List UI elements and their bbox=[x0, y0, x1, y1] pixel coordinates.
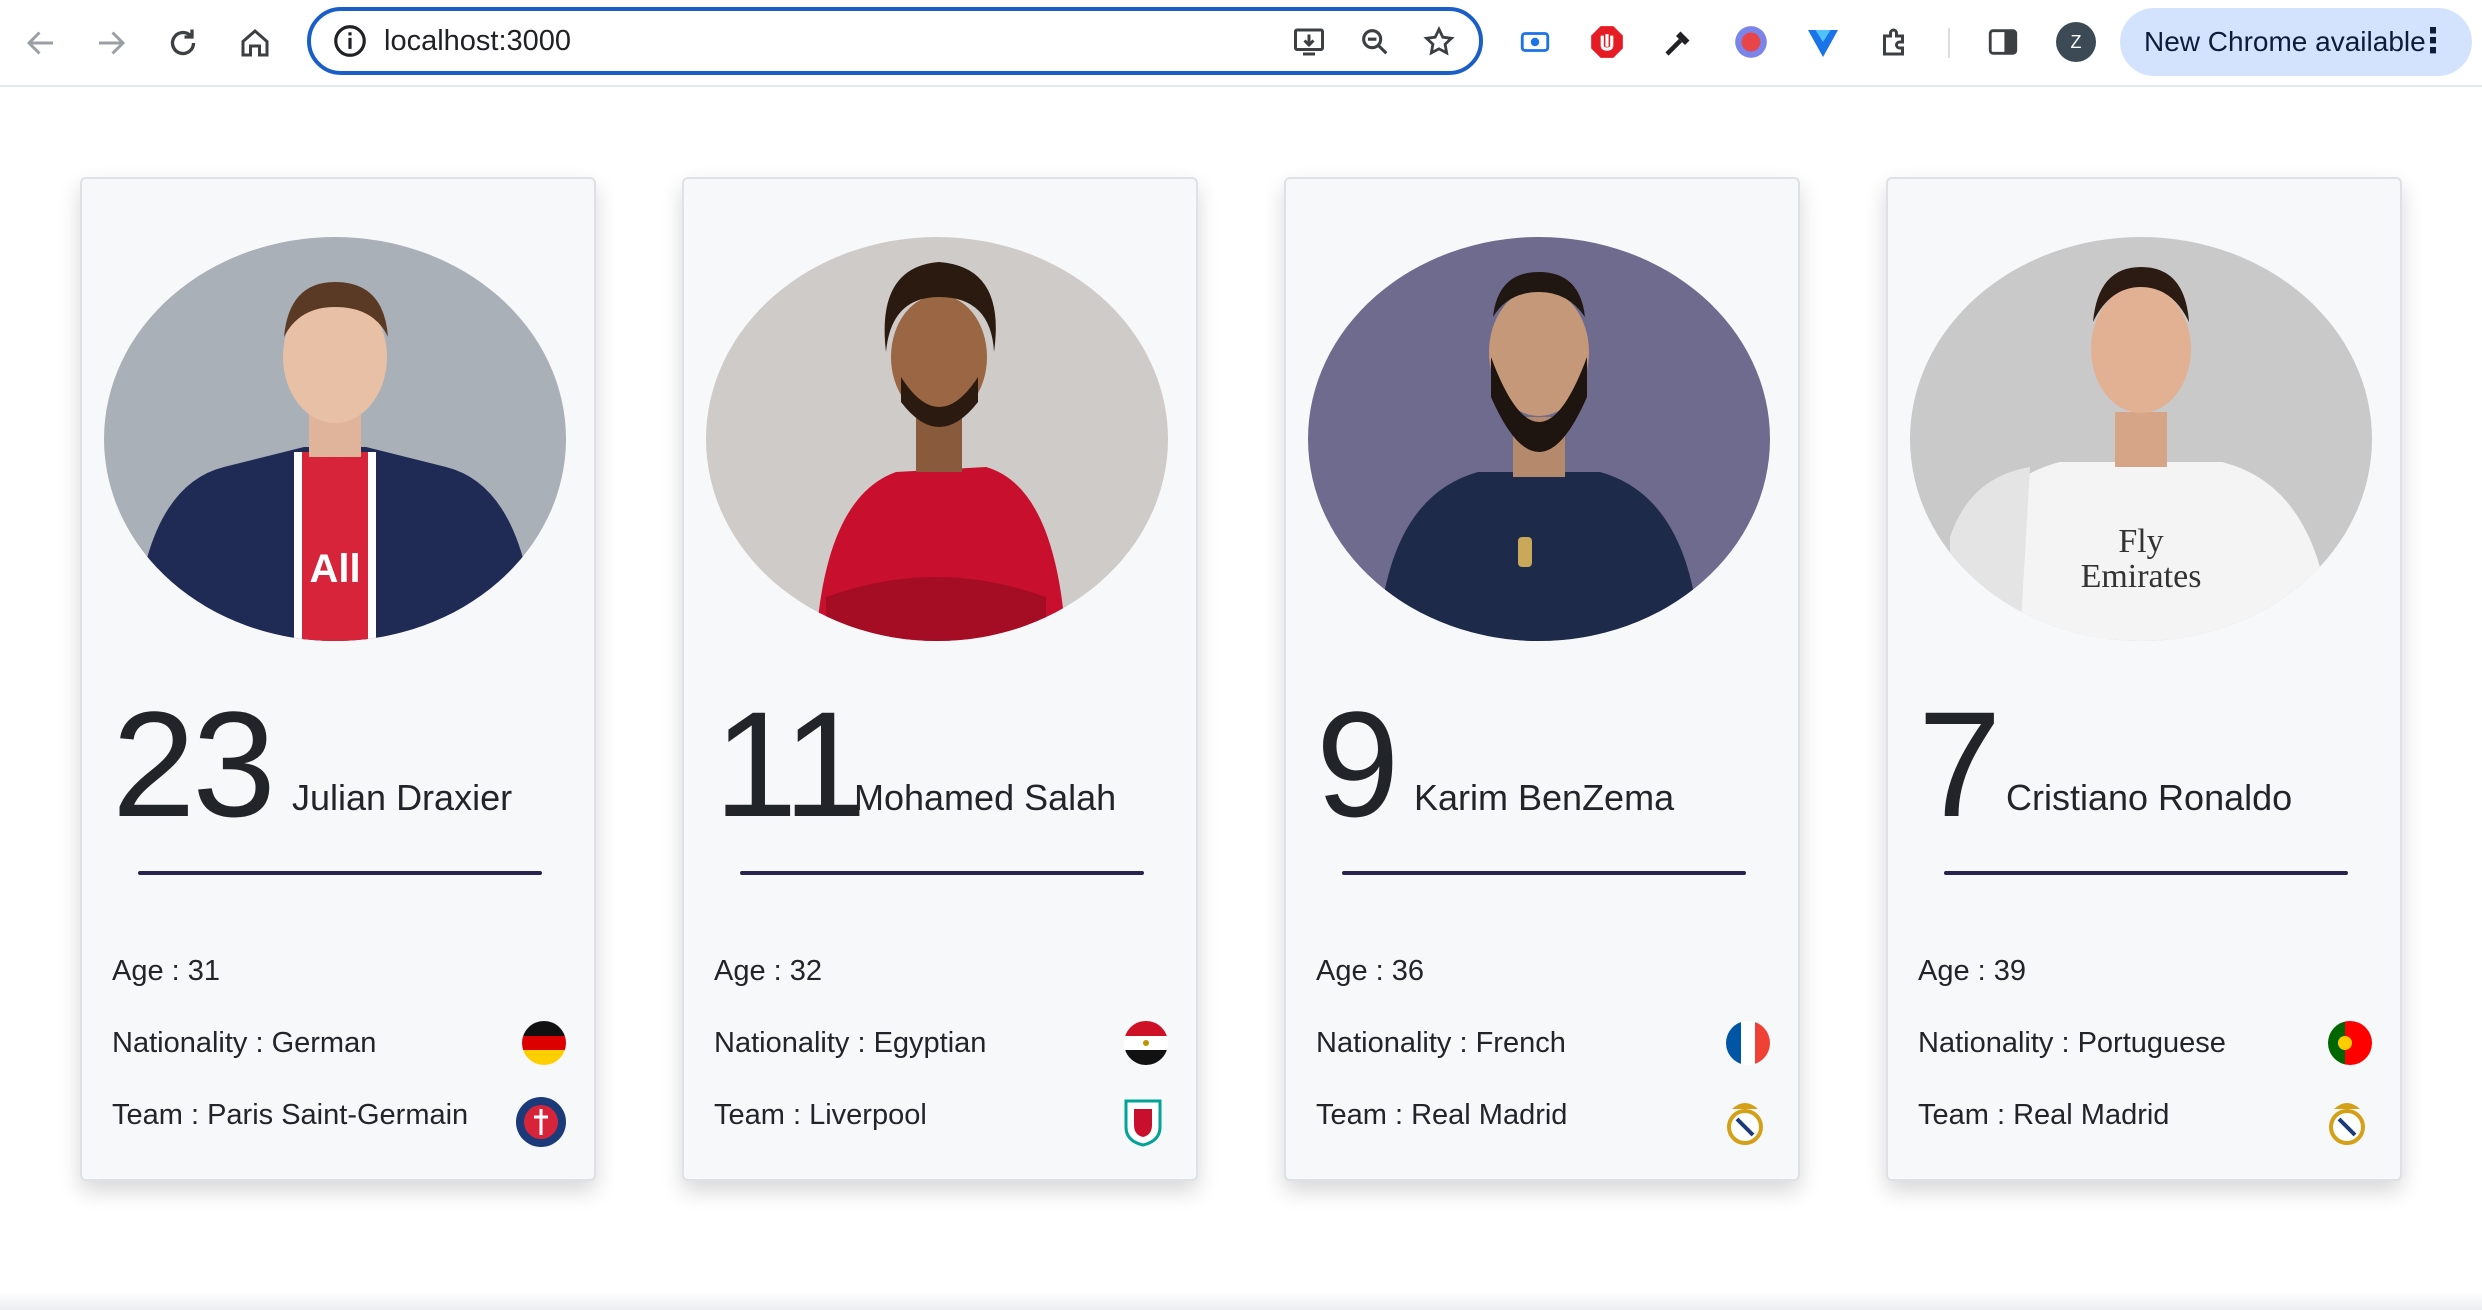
divider bbox=[1944, 871, 2348, 875]
real-madrid-crest-icon bbox=[1718, 1095, 1772, 1149]
back-button[interactable] bbox=[16, 18, 66, 68]
player-photo bbox=[706, 237, 1168, 641]
toolbar-divider bbox=[1948, 28, 1950, 58]
player-photo: All bbox=[104, 237, 566, 641]
player-team: Team : Real Madrid bbox=[1918, 1099, 2170, 1131]
reload-button[interactable] bbox=[158, 18, 208, 68]
screencast-extension-icon[interactable] bbox=[1514, 21, 1556, 63]
install-app-icon[interactable] bbox=[1289, 22, 1329, 62]
player-age: Age : 36 bbox=[1316, 955, 1425, 987]
real-madrid-crest-icon bbox=[2320, 1095, 2374, 1149]
forward-button[interactable] bbox=[86, 18, 136, 68]
divider bbox=[1342, 871, 1746, 875]
address-bar[interactable]: localhost:3000 bbox=[307, 7, 1483, 75]
site-info-icon[interactable] bbox=[331, 22, 369, 60]
player-age: Age : 32 bbox=[714, 955, 823, 987]
divider bbox=[740, 871, 1144, 875]
extensions-puzzle-icon[interactable] bbox=[1874, 21, 1916, 63]
record-extension-icon[interactable] bbox=[1730, 21, 1772, 63]
player-nationality: Nationality : Portuguese bbox=[1918, 1027, 2226, 1059]
reload-icon bbox=[170, 29, 196, 56]
adblock-extension-icon[interactable] bbox=[1586, 21, 1628, 63]
bookmark-star-icon[interactable] bbox=[1419, 22, 1459, 62]
jersey-number: 7 bbox=[1918, 680, 2001, 848]
jersey-number: 23 bbox=[112, 680, 276, 848]
player-card: 9 Karim BenZema Age : 36 Nationality : F… bbox=[1284, 177, 1800, 1181]
player-card: All 23 Julian Draxier Age : 31 Nationali… bbox=[80, 177, 596, 1181]
psg-crest-icon bbox=[514, 1095, 568, 1149]
player-name: Julian Draxier bbox=[292, 777, 513, 818]
zoom-icon[interactable] bbox=[1355, 22, 1395, 62]
player-card: 11 Mohamed Salah Age : 32 Nationality : … bbox=[682, 177, 1198, 1181]
player-name: Karim BenZema bbox=[1414, 777, 1675, 818]
player-team: Team : Liverpool bbox=[714, 1099, 927, 1131]
side-panel-icon[interactable] bbox=[1982, 21, 2024, 63]
update-label: New Chrome available bbox=[2144, 26, 2426, 57]
player-team: Team : Paris Saint-Germain bbox=[112, 1099, 469, 1131]
divider bbox=[138, 871, 542, 875]
player-age: Age : 31 bbox=[112, 955, 221, 987]
player-nationality: Nationality : German bbox=[112, 1027, 377, 1059]
arrow-left-icon bbox=[26, 31, 53, 55]
browser-toolbar: localhost:3000 Z New Chrome available ⋮ bbox=[0, 0, 2482, 87]
new-chrome-available-button[interactable]: New Chrome available ⋮ bbox=[2120, 8, 2472, 76]
jersey-number: 9 bbox=[1316, 680, 1399, 848]
player-card: Fly Emirates 7 Cristiano Ronaldo Age : 3… bbox=[1886, 177, 2402, 1181]
page-bottom-edge bbox=[0, 1292, 2482, 1310]
liverpool-crest-icon bbox=[1116, 1095, 1170, 1149]
svg-text:Emirates: Emirates bbox=[2081, 558, 2202, 595]
egypt-flag-icon bbox=[1124, 1021, 1168, 1065]
more-menu-icon[interactable]: ⋮ bbox=[2416, 24, 2450, 58]
svg-text:All: All bbox=[309, 547, 360, 591]
vue-devtools-extension-icon[interactable] bbox=[1802, 21, 1844, 63]
svg-text:Fly: Fly bbox=[2118, 523, 2163, 560]
profile-avatar[interactable]: Z bbox=[2056, 22, 2096, 62]
france-flag-icon bbox=[1726, 1021, 1770, 1065]
germany-flag-icon bbox=[522, 1021, 566, 1065]
color-picker-extension-icon[interactable] bbox=[1658, 21, 1700, 63]
player-nationality: Nationality : Egyptian bbox=[714, 1027, 987, 1059]
jersey-number: 11 bbox=[714, 680, 867, 848]
player-name: Cristiano Ronaldo bbox=[2006, 777, 2293, 818]
home-button[interactable] bbox=[230, 18, 280, 68]
arrow-right-icon bbox=[99, 31, 126, 55]
player-age: Age : 39 bbox=[1918, 955, 2027, 987]
player-nationality: Nationality : French bbox=[1316, 1027, 1566, 1059]
player-name: Mohamed Salah bbox=[854, 777, 1117, 818]
url-text[interactable]: localhost:3000 bbox=[384, 24, 571, 58]
portugal-flag-icon bbox=[2328, 1021, 2372, 1065]
player-photo bbox=[1308, 237, 1770, 641]
player-photo: Fly Emirates bbox=[1910, 237, 2372, 641]
player-team: Team : Real Madrid bbox=[1316, 1099, 1568, 1131]
home-icon bbox=[241, 29, 269, 57]
